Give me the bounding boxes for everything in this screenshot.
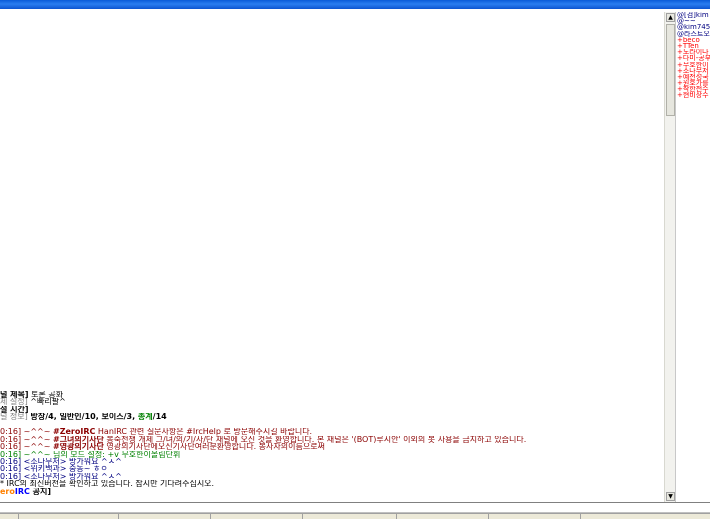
chat-line: 0:16] <소나무저> 방가워요 ^ㅅ^ bbox=[0, 473, 664, 480]
nick-item[interactable]: +현비장수 bbox=[676, 92, 710, 98]
chat-line: 0:16] ~^^~ #그녀의기사단 봉죽전쟁 개체 그/녀/의/기/사/단 채… bbox=[0, 436, 664, 443]
status-divider bbox=[580, 514, 581, 519]
chat-text: 널 제목] bbox=[0, 390, 29, 399]
status-divider bbox=[488, 514, 489, 519]
chat-text: 봉죽전쟁 개체 그/녀/의/기/사/단 채널에 오신 것을 환영합니다. 본 채… bbox=[103, 435, 527, 444]
chat-line bbox=[0, 420, 664, 428]
chat-text: ero bbox=[0, 487, 15, 495]
chat-text: 방장/4, 일반인/10, 보이스/3, bbox=[27, 413, 138, 421]
scroll-up-button[interactable]: ▲ bbox=[666, 13, 675, 22]
message-input[interactable] bbox=[0, 502, 710, 513]
chat-text: HanIRC 관련 질문사항은 #IrcHelp 로 방문해주시길 바랍니다. bbox=[95, 428, 313, 436]
chat-line: * IRC의 최신버전을 확인하고 있습니다. 잠시만 기다려주십시오. bbox=[0, 480, 664, 487]
scroll-down-button[interactable]: ▼ bbox=[666, 492, 675, 501]
nick-list[interactable]: @[검]kim@~~@kim7453@라스트오+beco+TTen+노라이나+다… bbox=[675, 12, 710, 502]
chat-text: > 방가워요 ^ㅅ^ bbox=[59, 472, 122, 481]
chat-line: eroIRC 공지] bbox=[0, 488, 664, 495]
chat-text: 0:16] < bbox=[0, 465, 31, 473]
chat-text: 소나무저 bbox=[30, 472, 60, 481]
chat-line: 널 제목] 토론 공화 bbox=[0, 391, 664, 398]
chat-line: 0:16] <소나무저> 방가워요 ^ㅅ^ bbox=[0, 458, 664, 465]
chat-text: 0:16] ~^^~ bbox=[0, 443, 53, 451]
chat-text: 0:16] < bbox=[0, 472, 31, 481]
scroll-thumb[interactable] bbox=[666, 24, 675, 116]
chat-line: 0:16] ~^^~ 님의 모드 설정: +v 무호한이올림단휘 bbox=[0, 451, 664, 458]
status-divider bbox=[118, 514, 119, 519]
chat-text: /14 bbox=[152, 413, 167, 421]
chat-text: IRC bbox=[14, 487, 30, 495]
status-divider bbox=[210, 514, 211, 519]
window-titlebar bbox=[0, 0, 710, 9]
chat-text: 공지] bbox=[29, 487, 52, 495]
chat-text: 0:16] < bbox=[0, 458, 31, 466]
status-divider bbox=[18, 514, 19, 519]
chat-text: 0:16] ~^^~ bbox=[0, 428, 53, 436]
chat-line: 0:16] ~^^~ #ZeroIRC HanIRC 관련 질문사항은 #Irc… bbox=[0, 428, 664, 435]
chat-lines: 널 제목] 토론 공화 제 설정] ^빠리팔^ 설 시간] 널 정보] 방장/4, 일… bbox=[0, 391, 664, 495]
chat-text: #영광의기사단 bbox=[52, 443, 104, 451]
chat-line: 0:16] ~^^~ #영광의기사단 영광의기사단에오신기사단여러분환영합니다.… bbox=[0, 443, 664, 450]
chat-text: 영광의기사단에오신기사단여러분환영합니다. 봉사자의이름으로써 bbox=[103, 443, 325, 451]
chat-text: * IRC의 최신버전을 확인하고 있습니다. 잠시만 기다려주십시오. bbox=[0, 480, 215, 488]
chat-line: 제 설정] ^빠리팔^ bbox=[0, 398, 664, 405]
chat-line: 설 시간] bbox=[0, 406, 664, 413]
chat-text: > 중동~ ㅎㅇ bbox=[59, 465, 108, 473]
chat-text: 위키백과 bbox=[30, 465, 60, 473]
status-bar bbox=[0, 513, 710, 519]
chat-text: 소나무저 bbox=[30, 458, 60, 466]
status-divider bbox=[302, 514, 303, 519]
chat-text: ^빠리팔^ bbox=[27, 398, 66, 406]
chat-text: 제 설정] bbox=[0, 398, 28, 406]
chat-text: 0:16] ~^^~ bbox=[0, 450, 53, 459]
chat-line: 0:16] <위키백과> 중동~ ㅎㅇ bbox=[0, 465, 664, 472]
chat-text: 설 시간] bbox=[0, 405, 29, 414]
chat-text: > 방가워요 ^ㅅ^ bbox=[59, 458, 122, 466]
status-divider bbox=[396, 514, 397, 519]
chat-text: #ZeroIRC bbox=[52, 428, 96, 436]
chat-text: 널 정보] bbox=[0, 413, 28, 421]
chat-text: 총계 bbox=[137, 413, 153, 421]
chat-text: 님의 모드 설정: +v 무호한이올림단휘 bbox=[52, 450, 181, 459]
chat-log[interactable]: 널 제목] 토론 공화 제 설정] ^빠리팔^ 설 시간] 널 정보] 방장/4, 일… bbox=[0, 9, 664, 501]
chat-line: 널 정보] 방장/4, 일반인/10, 보이스/3, 총계/14 bbox=[0, 413, 664, 420]
chat-text: 토론 공화 bbox=[28, 390, 64, 399]
chat-text: #그녀의기사단 bbox=[52, 435, 104, 444]
chat-text: 0:16] ~^^~ bbox=[0, 435, 53, 444]
